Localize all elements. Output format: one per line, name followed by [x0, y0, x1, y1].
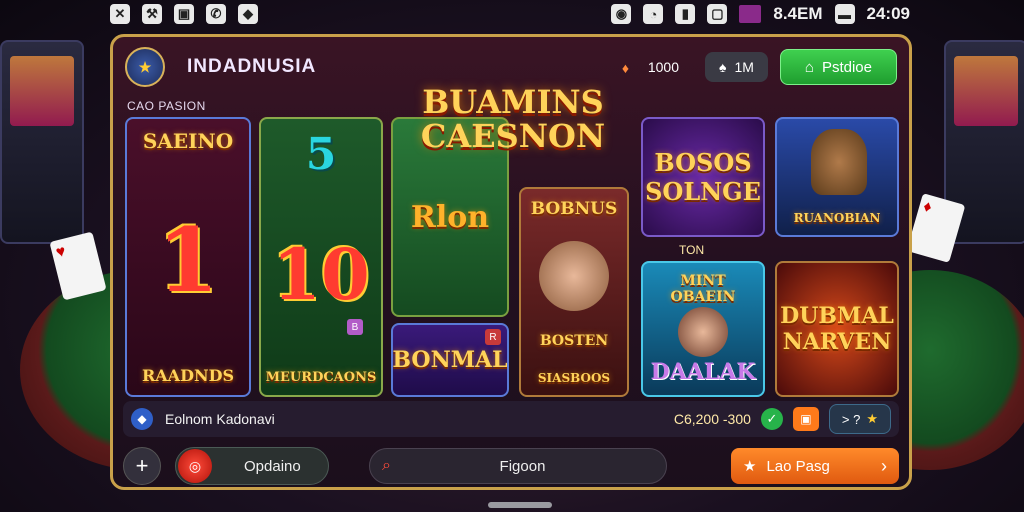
- casino-app-window: ★ INDADNUSIA ♦ 1000 ♠ 1M ⌂ Pstdioe CAO P…: [110, 34, 912, 490]
- background-playing-card: ♦: [906, 193, 966, 263]
- game-tile-title: BOBNUS: [530, 199, 618, 219]
- status-text: 8.4EM: [773, 4, 823, 23]
- roulette-icon: ◎: [178, 449, 212, 483]
- game-tile-subtitle: SIASBOOS: [537, 371, 611, 385]
- game-badge-icon: R: [485, 329, 501, 345]
- x-icon: ✕: [110, 4, 130, 24]
- game-tile-title: MINT OBAEIN: [670, 273, 736, 305]
- trophy-icon: ★: [866, 411, 878, 426]
- phone-off-icon: ✆: [206, 4, 226, 24]
- signal-icon: ▮: [675, 4, 696, 24]
- battery-icon: ▬: [834, 4, 855, 24]
- game-tile-subtitle: NARVEN: [782, 329, 892, 355]
- tools-icon: ⚒: [142, 4, 162, 24]
- shield-icon: ◆: [238, 4, 258, 24]
- cta-button-label: Lao Pasg: [766, 457, 830, 475]
- search-value: Figoon: [499, 457, 546, 475]
- deposit-button[interactable]: ⌂ Pstdioe: [779, 49, 897, 85]
- gift-icon[interactable]: ▣: [792, 407, 819, 431]
- notification-icon: [739, 5, 762, 23]
- game-tile-ruanobian[interactable]: RUANOBIAN: [775, 117, 899, 237]
- game-tile-title: RUANOBIAN: [793, 211, 881, 225]
- spade-icon: ♠: [719, 59, 727, 75]
- game-tile-title: 5: [305, 129, 337, 180]
- game-tile-title: BOSOS: [654, 148, 752, 177]
- game-tile-mid: BOSTEN: [539, 333, 609, 349]
- game-tile-saeino[interactable]: SAEINO 1 RAADNDS: [125, 117, 251, 397]
- wifi-icon: ◔: [643, 4, 664, 24]
- game-tile-daalak[interactable]: MINT OBAEIN DAALAK: [641, 261, 765, 397]
- game-tile-number: 1: [157, 207, 219, 312]
- game-tile-subtitle: DAALAK: [650, 359, 756, 385]
- game-tile-subtitle: MEURDCAONS: [265, 370, 377, 385]
- character-portrait: [539, 241, 609, 311]
- game-tile-title: DUBMAL: [780, 303, 894, 329]
- character-portrait: [678, 307, 728, 357]
- share-button[interactable]: > ? ★: [828, 404, 891, 434]
- share-label: > ?: [841, 411, 861, 427]
- options-button[interactable]: ◎ Opdaino: [175, 447, 329, 485]
- background-playing-card: ♥: [49, 231, 107, 301]
- game-tile-title: Rlon: [410, 199, 490, 235]
- camera-icon: ▣: [174, 4, 194, 24]
- deposit-button-label: Pstdioe: [821, 58, 872, 76]
- game-tile-dubmal[interactable]: DUBMAL NARVEN: [775, 261, 899, 397]
- game-tile-bonmal[interactable]: BONMAL R: [391, 323, 509, 397]
- section-label: CAO PASION: [127, 99, 206, 113]
- game-tile-number: 10: [272, 233, 370, 316]
- home-icon: ⌂: [804, 58, 814, 76]
- game-tile-title: SAEINO: [142, 129, 234, 153]
- game-tile-subtitle: RAADNDS: [141, 366, 235, 385]
- info-bar: ◆ Eolnom Kadonavi C6,200 -300 ✓ ▣ > ? ★: [123, 401, 899, 437]
- search-input[interactable]: ⌕ Figoon: [369, 448, 667, 484]
- clock: 24:09: [866, 4, 910, 23]
- credits-pill[interactable]: ♠ 1M: [705, 52, 768, 82]
- app-logo-icon[interactable]: ★: [125, 47, 165, 87]
- credits-label: 1M: [734, 59, 754, 75]
- cta-button[interactable]: ★ Lao Pasg ›: [731, 448, 899, 484]
- game-tile-subtitle: SOLNGE: [645, 177, 761, 206]
- status-bar: ✕ ⚒ ▣ ✆ ◆ ◉ ◔ ▮ ▢ 8.4EM ▬ 24:09: [110, 0, 910, 28]
- promo-headline: BUAMINS CAESNON: [420, 83, 606, 155]
- background-slot-machine-left: [0, 40, 84, 244]
- game-tile-title: BONMAL: [392, 347, 508, 373]
- location-icon: ◉: [611, 4, 632, 24]
- game-badge-icon: B: [347, 319, 363, 335]
- jackpot-value: C6,200 -300: [673, 411, 751, 427]
- shield-icon: ◆: [131, 408, 153, 430]
- balance-value: 1000: [647, 59, 679, 75]
- coin-icon: ♦: [621, 60, 629, 76]
- character-portrait: [811, 129, 867, 195]
- add-button[interactable]: +: [123, 447, 161, 485]
- screenshot-icon: ▢: [707, 4, 728, 24]
- chevron-right-icon: ›: [881, 455, 887, 476]
- section-label-ton: TON: [679, 243, 705, 257]
- game-tile-bobnus[interactable]: BOBNUS BOSTEN SIASBOOS: [519, 187, 629, 397]
- search-icon: ⌕: [382, 457, 391, 474]
- game-tile-10[interactable]: 5 10 MEURDCAONS B: [259, 117, 383, 397]
- options-button-label: Opdaino: [244, 457, 301, 475]
- app-title: INDADNUSIA: [187, 56, 317, 77]
- home-indicator[interactable]: [488, 502, 552, 508]
- check-icon[interactable]: ✓: [760, 408, 783, 430]
- game-tile-bosos[interactable]: BOSOS SOLNGE: [641, 117, 765, 237]
- info-text: Eolnom Kadonavi: [165, 411, 275, 427]
- star-icon: ★: [743, 458, 757, 475]
- bottom-bar: + ◎ Opdaino ⌕ Figoon ★ Lao Pasg ›: [123, 447, 899, 485]
